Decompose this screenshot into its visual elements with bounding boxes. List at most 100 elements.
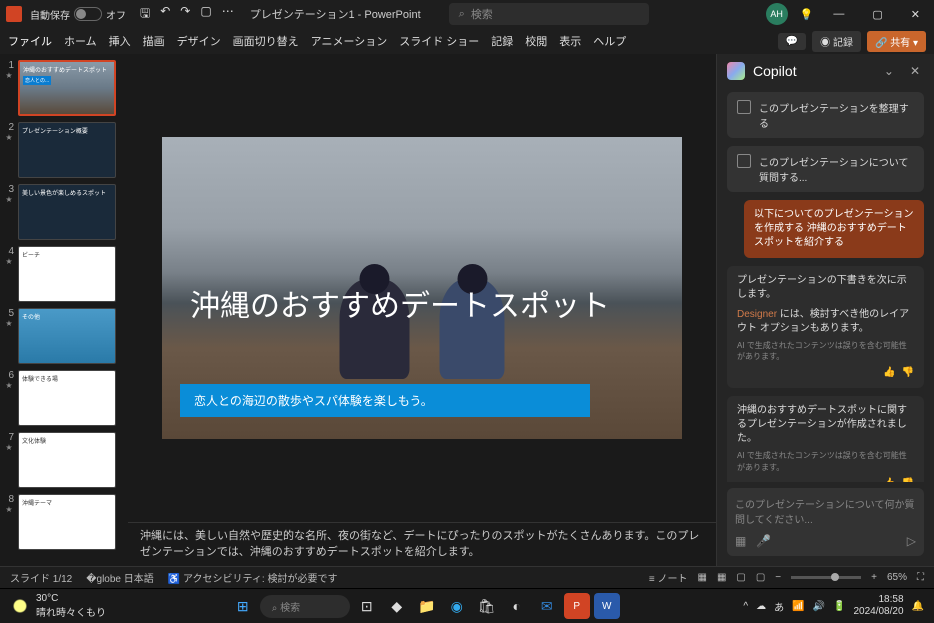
chevron-down-icon[interactable]: ⌄ (880, 64, 898, 78)
user-avatar[interactable]: AH (766, 3, 788, 25)
slide-thumbnail[interactable]: 文化体験 (18, 432, 116, 488)
outlook-icon[interactable]: ✉ (534, 593, 560, 619)
powerpoint-taskbar-icon[interactable]: P (564, 593, 590, 619)
clock[interactable]: 18:58 2024/08/20 (853, 594, 903, 618)
thumbnail-item[interactable]: 1★沖縄のおすすめデートスポット恋人との... (4, 60, 124, 116)
copilot-input-box[interactable]: このプレゼンテーションについて何か質問してください... ▦ 🎤 ▷ (727, 488, 924, 556)
toggle-icon[interactable] (74, 7, 102, 21)
normal-view-icon[interactable]: ▦ (697, 572, 706, 583)
star-icon: ★ (5, 505, 12, 514)
close-button[interactable]: ✕ (903, 4, 928, 25)
tray-chevron-icon[interactable]: ^ (743, 601, 748, 612)
onedrive-icon[interactable]: ☁ (756, 601, 766, 612)
thumbnail-item[interactable]: 4★ビーチ (4, 246, 124, 302)
slideshow-view-icon[interactable]: ▢ (756, 572, 765, 583)
slide-thumbnail[interactable]: 沖縄のおすすめデートスポット恋人との... (18, 60, 116, 116)
slide-thumbnail[interactable]: ビーチ (18, 246, 116, 302)
overflow-icon[interactable]: ⋯ (222, 4, 234, 25)
user-message: 以下についてのプレゼンテーションを作成する 沖縄のおすすめデートスポットを紹介す… (744, 200, 924, 258)
tab-transitions[interactable]: 画面切り替え (233, 31, 299, 51)
maximize-button[interactable]: ▢ (864, 4, 890, 25)
taskbar-search[interactable]: ⌕ 検索 (260, 595, 350, 618)
send-icon[interactable]: ▷ (907, 534, 916, 548)
zoom-out-icon[interactable]: − (775, 572, 781, 583)
slide-thumbnails-panel[interactable]: 1★沖縄のおすすめデートスポット恋人との... 2★プレゼンテーション概要 3★美し… (0, 54, 128, 566)
start-button[interactable]: ⊞ (230, 593, 256, 619)
redo-icon[interactable]: ↷ (180, 4, 190, 25)
slide-subtitle[interactable]: 恋人との海辺の散歩やスパ体験を楽しもう。 (180, 384, 590, 417)
undo-icon[interactable]: ↶ (160, 4, 170, 25)
task-view-icon[interactable]: ⊡ (354, 593, 380, 619)
store-icon[interactable]: 🛍 (474, 593, 500, 619)
slide-thumbnail[interactable]: 沖縄テーマ (18, 494, 116, 550)
thumbnail-item[interactable]: 6★体験できる場 (4, 370, 124, 426)
record-button[interactable]: ◉ 記録 (812, 31, 861, 52)
edge-icon[interactable]: ◉ (444, 593, 470, 619)
thumbnail-item[interactable]: 3★美しい景色が楽しめるスポット (4, 184, 124, 240)
close-icon[interactable]: ✕ (906, 64, 924, 78)
volume-icon[interactable]: 🔊 (813, 601, 825, 612)
slide-thumbnail[interactable]: その他 (18, 308, 116, 364)
slide-thumbnail[interactable]: プレゼンテーション概要 (18, 122, 116, 178)
thumbnail-item[interactable]: 5★その他 (4, 308, 124, 364)
thumbnail-item[interactable]: 7★文化体験 (4, 432, 124, 488)
tab-view[interactable]: 表示 (559, 31, 581, 51)
tab-insert[interactable]: 挿入 (109, 31, 131, 51)
present-icon[interactable]: ▢ (200, 4, 211, 25)
thumbs-down-icon[interactable]: 👎 (902, 477, 914, 482)
slide-thumbnail[interactable]: 体験できる場 (18, 370, 116, 426)
tab-review[interactable]: 校閲 (525, 31, 547, 51)
autosave-toggle[interactable]: 自動保存 オフ (30, 7, 126, 22)
app-icon[interactable]: ◐ (504, 593, 530, 619)
quick-access-toolbar: 🖫 ↶ ↷ ▢ ⋯ (140, 4, 234, 25)
search-box[interactable]: ⌕ 検索 (449, 3, 649, 25)
fit-window-icon[interactable]: ⛶ (917, 572, 924, 583)
language-indicator[interactable]: �globe 日本語 (86, 570, 154, 585)
speaker-notes[interactable]: 沖縄には、美しい自然や歴史的な名所、夜の街など、デートにぴったりのスポットがたく… (128, 522, 716, 566)
word-taskbar-icon[interactable]: W (594, 593, 620, 619)
thumbs-up-icon[interactable]: 👍 (883, 366, 895, 380)
ime-indicator[interactable]: あ (774, 599, 784, 614)
tab-help[interactable]: ヘルプ (593, 31, 626, 51)
accessibility-status[interactable]: ♿ アクセシビリティ: 検討が必要です (168, 570, 338, 585)
wifi-icon[interactable]: 📶 (792, 601, 804, 612)
tab-draw[interactable]: 描画 (143, 31, 165, 51)
zoom-level[interactable]: 65% (887, 572, 907, 583)
thumbs-down-icon[interactable]: 👎 (902, 366, 914, 380)
zoom-slider[interactable] (791, 576, 861, 579)
weather-widget[interactable]: 30°C 晴れ時々くもり (10, 593, 106, 619)
slide-counter[interactable]: スライド 1/12 (10, 570, 72, 585)
save-icon[interactable]: 🖫 (140, 4, 150, 25)
copilot-taskbar-icon[interactable]: ◆ (384, 593, 410, 619)
notifications-icon[interactable]: 🔔 (912, 601, 924, 612)
explorer-icon[interactable]: 📁 (414, 593, 440, 619)
suggestion-label: このプレゼンテーションについて質問する... (759, 154, 914, 184)
view-prompts-icon[interactable]: ▦ (735, 534, 746, 548)
tab-home[interactable]: ホーム (64, 31, 97, 51)
zoom-in-icon[interactable]: + (871, 572, 877, 583)
share-button[interactable]: 🔗 共有 ▾ (867, 31, 926, 52)
tab-file[interactable]: ファイル (8, 31, 52, 51)
slide-canvas[interactable]: 沖縄のおすすめデートスポット 恋人との海辺の散歩やスパ体験を楽しもう。 (128, 54, 716, 522)
lightbulb-icon[interactable]: 💡 (800, 8, 814, 21)
reading-view-icon[interactable]: ▢ (736, 572, 745, 583)
tab-slideshow[interactable]: スライド ショー (399, 31, 479, 51)
thumbnail-item[interactable]: 2★プレゼンテーション概要 (4, 122, 124, 178)
tab-animations[interactable]: アニメーション (311, 31, 388, 51)
tab-design[interactable]: デザイン (177, 31, 221, 51)
slide-content[interactable]: 沖縄のおすすめデートスポット 恋人との海辺の散歩やスパ体験を楽しもう。 (162, 137, 682, 439)
suggestion-organize[interactable]: このプレゼンテーションを整理する (727, 92, 924, 138)
battery-icon[interactable]: 🔋 (833, 601, 845, 612)
slide-title[interactable]: 沖縄のおすすめデートスポット (190, 287, 610, 326)
copilot-conversation[interactable]: このプレゼンテーションを整理する このプレゼンテーションについて質問する... … (717, 88, 934, 482)
minimize-button[interactable]: — (825, 4, 852, 24)
thumbs-up-icon[interactable]: 👍 (883, 477, 895, 482)
comments-button[interactable]: 💬 (778, 33, 806, 50)
slide-thumbnail[interactable]: 美しい景色が楽しめるスポット (18, 184, 116, 240)
suggestion-ask[interactable]: このプレゼンテーションについて質問する... (727, 146, 924, 192)
thumbnail-item[interactable]: 8★沖縄テーマ (4, 494, 124, 550)
notes-button[interactable]: ≡ ノート (649, 570, 688, 585)
tab-record[interactable]: 記録 (491, 31, 513, 51)
sorter-view-icon[interactable]: ▦ (717, 572, 726, 583)
microphone-icon[interactable]: 🎤 (756, 534, 771, 548)
